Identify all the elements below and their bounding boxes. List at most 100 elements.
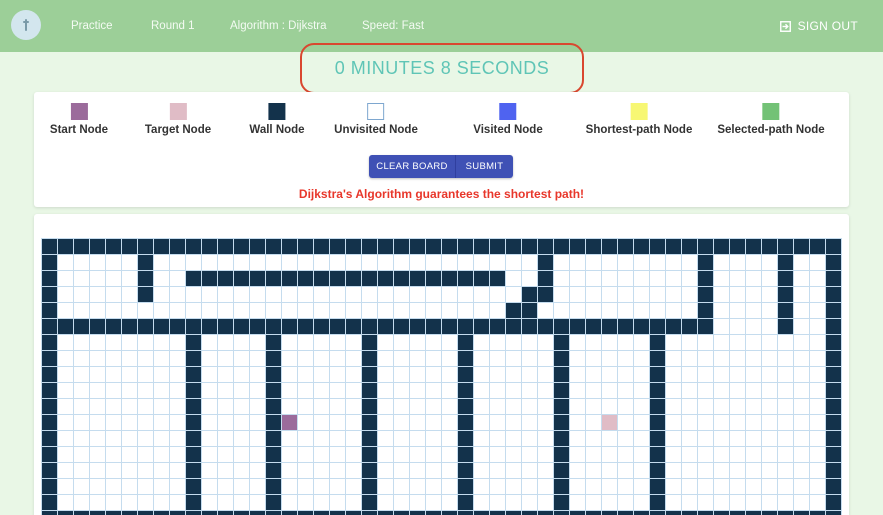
grid-cell-wall[interactable] [377,318,394,335]
grid-cell-unvisited[interactable] [153,414,170,431]
grid-cell-unvisited[interactable] [713,270,730,287]
grid-cell-unvisited[interactable] [217,414,234,431]
grid-cell-unvisited[interactable] [809,302,826,319]
grid-cell-unvisited[interactable] [457,254,474,271]
grid-cell-unvisited[interactable] [89,382,106,399]
grid-cell-wall[interactable] [233,510,250,515]
grid-cell-wall[interactable] [137,286,154,303]
grid-cell-wall[interactable] [185,494,202,511]
grid-cell-unvisited[interactable] [489,462,506,479]
grid-cell-unvisited[interactable] [185,286,202,303]
grid-cell-unvisited[interactable] [265,302,282,319]
grid-cell-unvisited[interactable] [345,446,362,463]
grid-cell-unvisited[interactable] [105,494,122,511]
grid-cell-wall[interactable] [537,286,554,303]
grid-cell-wall[interactable] [265,270,282,287]
grid-cell-unvisited[interactable] [761,366,778,383]
grid-cell-unvisited[interactable] [409,382,426,399]
grid-cell-unvisited[interactable] [105,254,122,271]
grid-cell-wall[interactable] [457,382,474,399]
grid-cell-unvisited[interactable] [393,254,410,271]
grid-cell-unvisited[interactable] [521,254,538,271]
grid-cell-wall[interactable] [249,238,266,255]
grid-cell-wall[interactable] [169,238,186,255]
grid-cell-unvisited[interactable] [521,478,538,495]
grid-cell-unvisited[interactable] [121,366,138,383]
grid-cell-unvisited[interactable] [89,270,106,287]
grid-cell-unvisited[interactable] [537,414,554,431]
grid-cell-wall[interactable] [777,270,794,287]
grid-cell-unvisited[interactable] [89,478,106,495]
grid-cell-unvisited[interactable] [393,286,410,303]
grid-cell-unvisited[interactable] [153,430,170,447]
grid-cell-unvisited[interactable] [617,414,634,431]
grid-cell-unvisited[interactable] [281,366,298,383]
grid-cell-wall[interactable] [265,318,282,335]
grid-cell-unvisited[interactable] [201,350,218,367]
grid-cell-unvisited[interactable] [713,350,730,367]
grid-cell-wall[interactable] [137,510,154,515]
grid-cell-unvisited[interactable] [169,302,186,319]
grid-cell-wall[interactable] [313,510,330,515]
grid-cell-unvisited[interactable] [569,494,586,511]
grid-cell-unvisited[interactable] [89,494,106,511]
grid-cell-unvisited[interactable] [57,478,74,495]
grid-cell-wall[interactable] [185,510,202,515]
grid-cell-unvisited[interactable] [89,254,106,271]
grid-cell-unvisited[interactable] [793,462,810,479]
grid-cell-unvisited[interactable] [105,366,122,383]
grid-cell-unvisited[interactable] [425,302,442,319]
grid-cell-unvisited[interactable] [441,494,458,511]
grid-cell-unvisited[interactable] [505,446,522,463]
grid-cell-unvisited[interactable] [745,366,762,383]
grid-cell-wall[interactable] [249,318,266,335]
grid-cell-unvisited[interactable] [425,494,442,511]
grid-cell-unvisited[interactable] [537,302,554,319]
grid-cell-unvisited[interactable] [729,446,746,463]
grid-cell-wall[interactable] [393,270,410,287]
grid-cell-unvisited[interactable] [633,334,650,351]
grid-cell-unvisited[interactable] [57,430,74,447]
grid-cell-unvisited[interactable] [537,350,554,367]
grid-cell-wall[interactable] [697,254,714,271]
grid-cell-unvisited[interactable] [249,398,266,415]
grid-cell-wall[interactable] [793,238,810,255]
grid-cell-unvisited[interactable] [185,302,202,319]
grid-cell-wall[interactable] [601,238,618,255]
grid-cell-unvisited[interactable] [489,478,506,495]
grid-cell-wall[interactable] [185,318,202,335]
grid-cell-unvisited[interactable] [105,382,122,399]
grid-cell-unvisited[interactable] [345,382,362,399]
grid-cell-unvisited[interactable] [425,414,442,431]
grid-cell-unvisited[interactable] [105,430,122,447]
grid-cell-unvisited[interactable] [121,286,138,303]
grid-cell-unvisited[interactable] [137,446,154,463]
grid-cell-unvisited[interactable] [681,414,698,431]
grid-cell-unvisited[interactable] [201,382,218,399]
grid-cell-unvisited[interactable] [393,334,410,351]
grid-cell-wall[interactable] [201,238,218,255]
grid-cell-wall[interactable] [649,462,666,479]
grid-cell-unvisited[interactable] [761,334,778,351]
grid-cell-unvisited[interactable] [809,286,826,303]
grid-cell-wall[interactable] [153,238,170,255]
grid-cell-unvisited[interactable] [345,414,362,431]
grid-cell-unvisited[interactable] [697,478,714,495]
grid-cell-unvisited[interactable] [249,382,266,399]
grid-cell-unvisited[interactable] [313,398,330,415]
grid-cell-unvisited[interactable] [169,366,186,383]
grid-cell-unvisited[interactable] [601,478,618,495]
grid-cell-wall[interactable] [217,510,234,515]
grid-cell-wall[interactable] [713,510,730,515]
grid-cell-unvisited[interactable] [153,302,170,319]
grid-cell-unvisited[interactable] [697,398,714,415]
grid-cell-unvisited[interactable] [489,382,506,399]
grid-cell-unvisited[interactable] [473,382,490,399]
grid-cell-unvisited[interactable] [345,302,362,319]
grid-cell-wall[interactable] [121,238,138,255]
grid-cell-unvisited[interactable] [793,382,810,399]
grid-cell-wall[interactable] [265,350,282,367]
grid-cell-wall[interactable] [329,318,346,335]
grid-cell-unvisited[interactable] [89,414,106,431]
grid-cell-unvisited[interactable] [169,446,186,463]
